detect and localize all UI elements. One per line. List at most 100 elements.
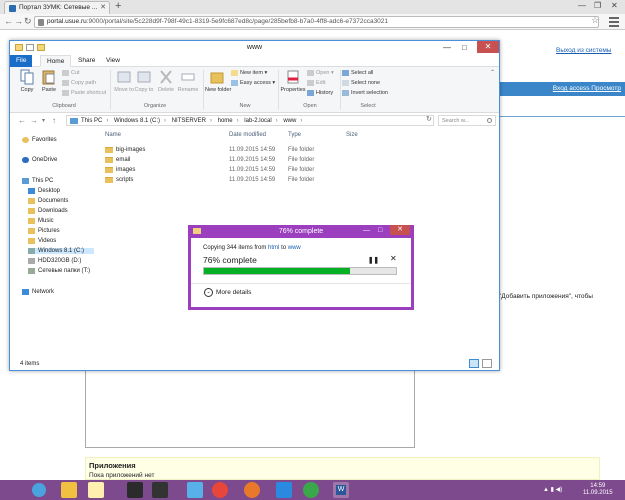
column-header-name[interactable]: Name (105, 132, 121, 138)
up-icon[interactable]: ↑ (52, 116, 56, 125)
cmd-taskbar-icon[interactable] (127, 482, 143, 498)
close-tab-icon[interactable]: ✕ (100, 3, 106, 11)
details-view-icon[interactable] (469, 359, 479, 368)
breadcrumb-item[interactable]: www (283, 118, 296, 124)
cut-button[interactable]: Cut (62, 70, 80, 76)
source-link[interactable]: html (268, 245, 279, 251)
file-row[interactable]: scripts 11.09.2015 14:59 File folder (98, 176, 398, 186)
nav-item-drive-c[interactable]: Windows 8.1 (C:) (28, 248, 94, 254)
refresh-icon[interactable]: ↻ (426, 115, 432, 123)
firefox-taskbar-icon[interactable] (244, 482, 260, 498)
app-taskbar-icon[interactable] (187, 482, 203, 498)
access-link[interactable]: Вход access Просмотр (553, 85, 621, 92)
select-all-button[interactable]: Select all (342, 70, 373, 76)
tab-home[interactable]: Home (40, 55, 72, 67)
nav-item-desktop[interactable]: Desktop (28, 188, 60, 194)
maximize-icon[interactable]: □ (378, 227, 382, 234)
breadcrumb-item[interactable]: NITSERVER (172, 118, 206, 124)
breadcrumb-item[interactable]: Windows 8.1 (C:) (114, 118, 160, 124)
destination-link[interactable]: www (288, 245, 301, 251)
back-icon[interactable]: ← (4, 16, 13, 26)
move-to-button[interactable]: Move to (114, 69, 134, 93)
page-info-icon[interactable] (38, 19, 44, 26)
browser-tab[interactable]: Портал ЗУМК: Сетевые ... ✕ (4, 1, 110, 14)
app-taskbar-icon[interactable] (152, 482, 168, 498)
breadcrumb-item[interactable]: This PC (81, 118, 102, 124)
nav-item-network[interactable]: Network (22, 289, 54, 295)
file-explorer-taskbar-icon[interactable] (61, 482, 77, 498)
forward-icon[interactable]: → (14, 16, 23, 26)
easy-access-button[interactable]: Easy access ▾ (231, 80, 275, 86)
pause-button[interactable]: ❚❚ (368, 256, 379, 264)
url-input[interactable]: portal.usue.ru:9000/portal/site/5c228d9f… (34, 16, 599, 28)
nav-item-this-pc[interactable]: This PC (22, 178, 53, 184)
nav-item-music[interactable]: Music (28, 218, 54, 224)
copy-to-button[interactable]: Copy to (134, 69, 154, 93)
logout-link[interactable]: Выход из системы (556, 47, 611, 54)
file-row[interactable]: images 11.09.2015 14:59 File folder (98, 166, 398, 176)
column-header-type[interactable]: Type (288, 132, 301, 138)
new-folder-button[interactable]: New folder (205, 69, 231, 93)
minimize-icon[interactable]: — (443, 43, 451, 52)
column-header-size[interactable]: Size (346, 132, 358, 138)
app-taskbar-icon[interactable] (303, 482, 319, 498)
collapse-ribbon-icon[interactable]: ⌃ (490, 69, 495, 76)
breadcrumb[interactable]: This PC › Windows 8.1 (C:) › NITSERVER › ho… (66, 115, 434, 126)
new-tab-button[interactable]: + (115, 0, 121, 12)
back-icon[interactable]: ← (18, 116, 26, 125)
menu-icon[interactable] (609, 17, 619, 29)
search-input[interactable]: Search w... (438, 115, 496, 126)
large-icons-view-icon[interactable] (482, 359, 492, 368)
copy-button[interactable]: Copy (16, 69, 38, 93)
copy-path-button[interactable]: Copy path (62, 80, 96, 86)
reload-icon[interactable]: ↻ (24, 16, 32, 27)
breadcrumb-item[interactable]: home (218, 118, 233, 124)
select-none-button[interactable]: Select none (342, 80, 380, 86)
minimize-icon[interactable]: — (578, 1, 586, 10)
nav-item-documents[interactable]: Documents (28, 198, 68, 204)
new-item-button[interactable]: New item ▾ (231, 70, 267, 76)
nav-item-videos[interactable]: Videos (28, 238, 56, 244)
maximize-icon[interactable]: ❐ (594, 1, 601, 10)
nav-item-favorites[interactable]: Favorites (22, 137, 57, 143)
ie-taskbar-icon[interactable] (276, 482, 292, 498)
forward-icon[interactable]: → (30, 116, 38, 125)
paste-button[interactable]: Paste (38, 69, 60, 93)
nav-item-network-drive[interactable]: Сетевые папки (T:) (28, 268, 90, 274)
tab-file[interactable]: File (10, 55, 33, 67)
delete-button[interactable]: Delete (155, 69, 177, 93)
chrome-taskbar-icon[interactable] (212, 482, 228, 498)
open-button[interactable]: Open ▾ (307, 70, 334, 76)
file-row[interactable]: email 11.09.2015 14:59 File folder (98, 156, 398, 166)
minimize-icon[interactable]: — (363, 227, 370, 234)
notes-taskbar-icon[interactable] (88, 482, 104, 498)
system-tray[interactable]: ▲ ▮ ◀) (543, 486, 562, 493)
word-taskbar-icon[interactable]: W (333, 482, 349, 498)
properties-button[interactable]: Properties (278, 69, 308, 93)
close-icon[interactable]: ✕ (611, 1, 618, 10)
tab-view[interactable]: View (100, 55, 126, 67)
tab-share[interactable]: Share (72, 55, 101, 67)
rename-button[interactable]: Rename (177, 69, 199, 93)
nav-item-pictures[interactable]: Pictures (28, 228, 60, 234)
paste-shortcut-button[interactable]: Paste shortcut (62, 90, 106, 96)
clock[interactable]: 14:59 11.09.2015 (583, 483, 613, 497)
file-row[interactable]: big-images 11.09.2015 14:59 File folder (98, 146, 398, 156)
close-button[interactable]: ✕ (390, 225, 410, 235)
bookmark-star-icon[interactable]: ☆ (591, 15, 599, 26)
nav-item-drive-d[interactable]: HDD320GB (D:) (28, 258, 81, 264)
properties-icon (287, 70, 299, 84)
cancel-button[interactable]: ✕ (390, 254, 397, 263)
close-button[interactable]: ✕ (477, 41, 499, 53)
recent-locations-icon[interactable]: ▾ (42, 117, 45, 124)
history-button[interactable]: History (307, 90, 333, 96)
start-button[interactable] (32, 483, 46, 497)
invert-selection-button[interactable]: Invert selection (342, 90, 388, 96)
column-header-date[interactable]: Date modified (229, 132, 266, 138)
breadcrumb-item[interactable]: lab-2.local (244, 118, 271, 124)
more-details-button[interactable]: ⌄ More details (204, 288, 251, 297)
nav-item-onedrive[interactable]: OneDrive (22, 157, 57, 163)
nav-item-downloads[interactable]: Downloads (28, 208, 68, 214)
edit-button[interactable]: Edit (307, 80, 325, 86)
maximize-icon[interactable]: □ (462, 43, 467, 52)
